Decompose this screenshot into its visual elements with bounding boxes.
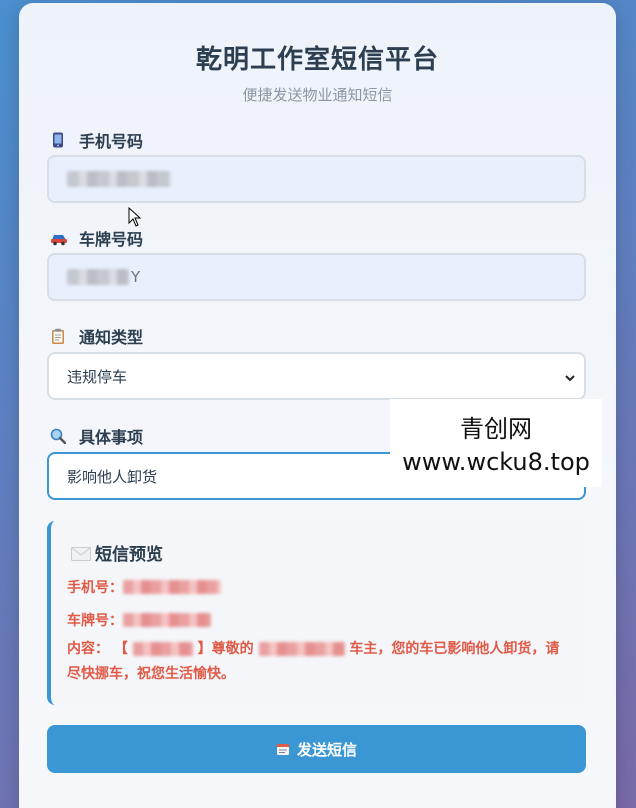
preview-content-label: 内容：	[67, 641, 109, 657]
watermark-line1: 青创网	[460, 415, 532, 443]
preview-phone-label: 手机号：	[67, 580, 123, 596]
detail-label-text: 具体事项	[79, 428, 144, 447]
preview-plate-line: 车牌号：	[67, 610, 211, 630]
plate-value-redacted	[67, 269, 129, 285]
preview-content-bracket-close: 】尊敬的	[197, 641, 254, 657]
envelope-icon	[71, 546, 91, 561]
notify-type-label: 通知类型	[50, 324, 143, 348]
preview-content: 内容： 【 】尊敬的 车主，您的车已影响他人卸货，请尽快挪车，祝您生活愉快。	[67, 637, 567, 687]
phone-label: 手机号码	[50, 128, 143, 152]
plate-input[interactable]: Y	[47, 253, 586, 301]
plate-value-suffix: Y	[131, 268, 141, 286]
detail-label: 具体事项	[50, 424, 143, 448]
preview-title: 短信预览	[71, 540, 163, 565]
notify-type-select[interactable]: 违规停车	[47, 352, 586, 400]
plate-label-text: 车牌号码	[79, 230, 144, 249]
watermark-line2: www.wcku8.top	[402, 448, 590, 476]
notify-type-label-text: 通知类型	[79, 328, 144, 347]
preview-content-sender-redacted	[132, 642, 193, 656]
phone-value-redacted	[67, 171, 171, 187]
phone-label-text: 手机号码	[79, 132, 144, 151]
chevron-down-icon	[564, 370, 576, 382]
preview-plate-redacted	[123, 613, 211, 627]
watermark-overlay: 青创网 www.wcku8.top	[390, 399, 602, 487]
preview-content-plate-redacted	[258, 642, 345, 656]
mobile-phone-icon	[50, 132, 66, 148]
magnifier-icon	[50, 428, 67, 445]
preview-content-bracket-open: 【	[113, 641, 128, 657]
page-subtitle: 便捷发送物业通知短信	[242, 86, 393, 104]
page-title: 乾明工作室短信平台	[195, 45, 439, 75]
send-sms-button[interactable]: 发送短信	[47, 725, 586, 773]
plate-label: 车牌号码	[50, 226, 143, 250]
preview-phone-line: 手机号：	[67, 577, 221, 597]
preview-title-text: 短信预览	[95, 545, 163, 565]
car-icon	[50, 230, 67, 246]
preview-plate-label: 车牌号：	[67, 613, 123, 629]
send-sms-button-label: 发送短信	[296, 741, 357, 759]
notify-type-selected: 违规停车	[67, 367, 128, 386]
clipboard-icon	[50, 328, 66, 344]
phone-input[interactable]	[47, 155, 586, 203]
detail-value: 影响他人卸货	[67, 467, 158, 486]
sms-preview-panel: 短信预览 手机号： 车牌号： 内容： 【 】尊敬的 车主，您的车已影响他人卸货，…	[47, 521, 586, 705]
memo-icon	[276, 742, 290, 756]
mouse-cursor-icon	[128, 206, 142, 227]
preview-phone-redacted	[123, 580, 221, 594]
